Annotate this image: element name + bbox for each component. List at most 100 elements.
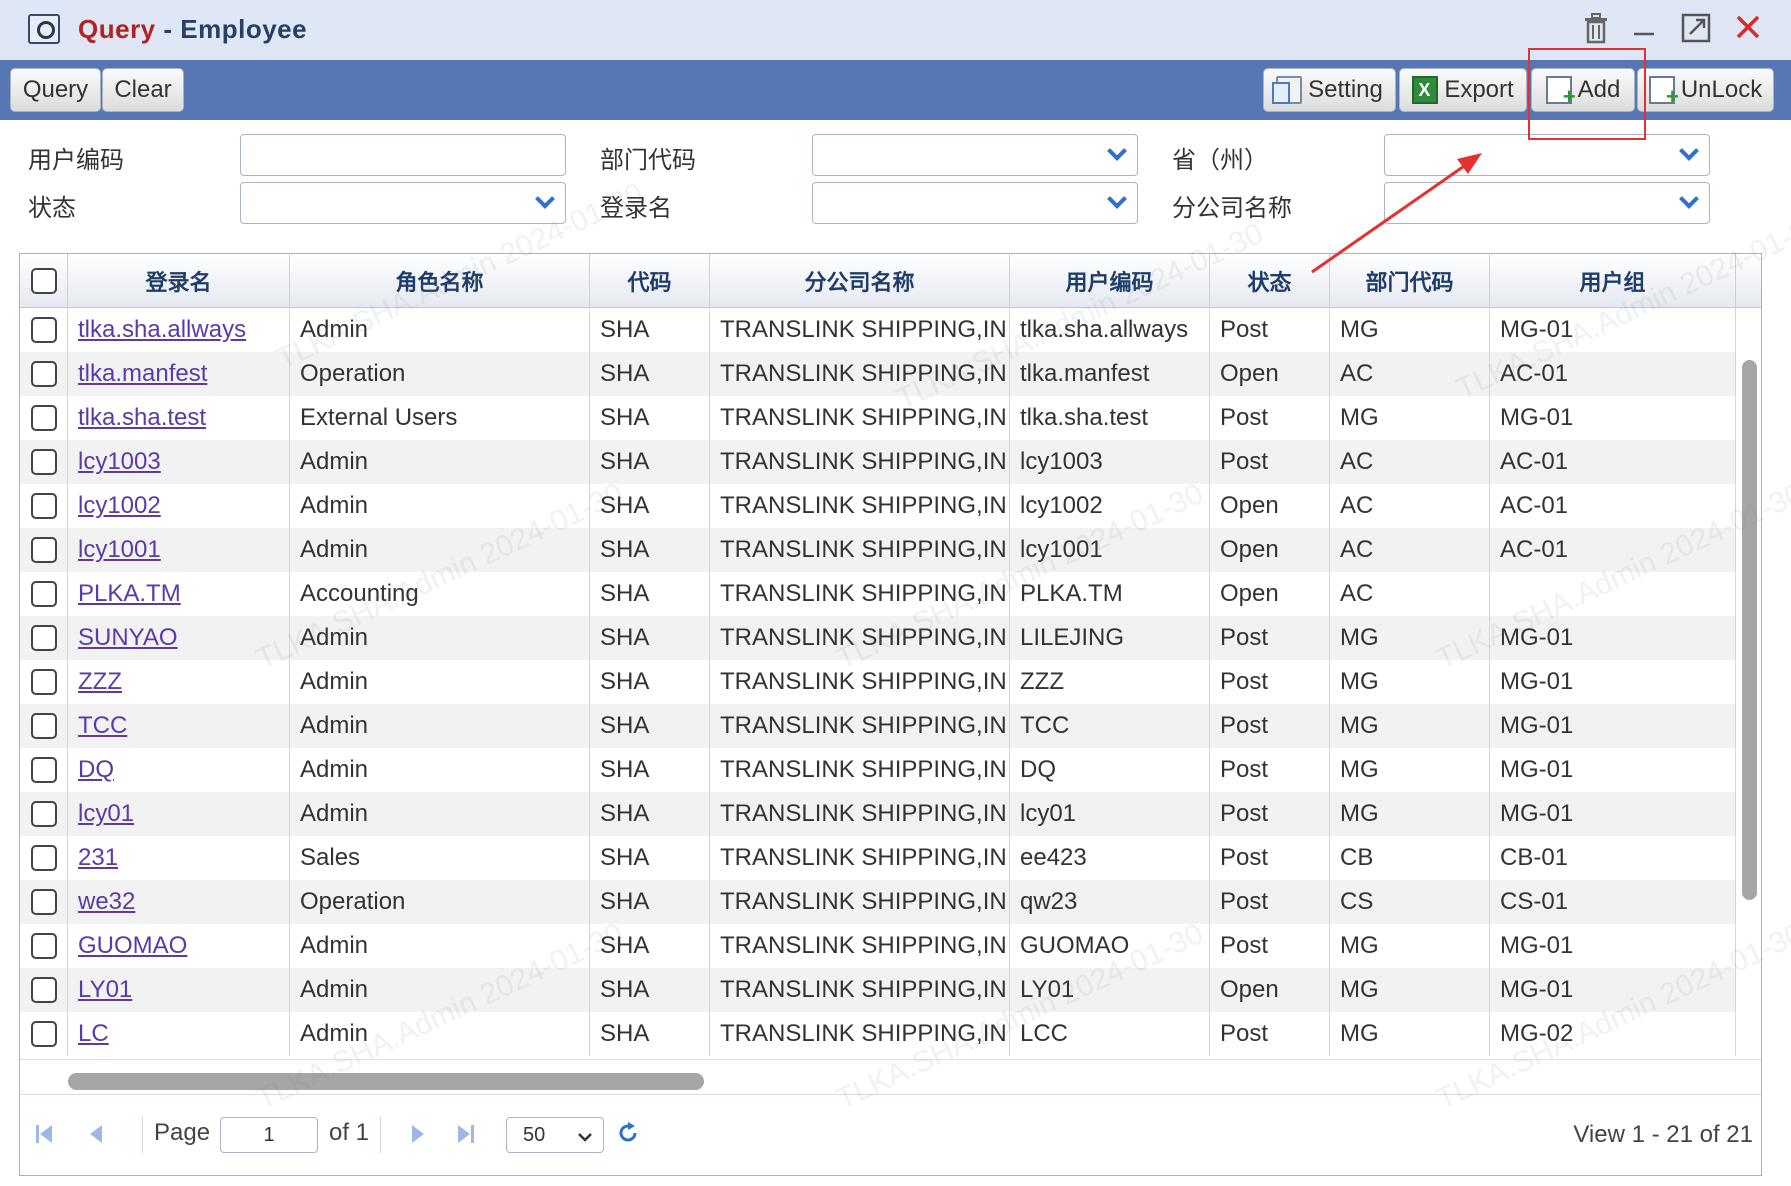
role-name-cell: Operation: [290, 880, 590, 924]
query-button[interactable]: Query: [10, 68, 101, 112]
row-checkbox-cell: [20, 308, 68, 352]
row-checkbox[interactable]: [31, 493, 57, 519]
col-branch-name[interactable]: 分公司名称: [710, 254, 1010, 308]
table-row[interactable]: 231 Sales SHA TRANSLINK SHIPPING,IN ee423 Pos…: [20, 836, 1736, 880]
row-checkbox[interactable]: [31, 889, 57, 915]
last-page-icon[interactable]: [454, 1123, 476, 1151]
code-cell: SHA: [590, 484, 710, 528]
clear-button[interactable]: Clear: [102, 68, 184, 112]
login-name-cell[interactable]: GUOMAO: [68, 924, 290, 968]
first-page-icon[interactable]: [34, 1123, 56, 1151]
row-checkbox[interactable]: [31, 581, 57, 607]
maximize-icon[interactable]: [1678, 12, 1714, 48]
col-status[interactable]: 状态: [1210, 254, 1330, 308]
select-all-checkbox[interactable]: [30, 268, 57, 294]
table-row[interactable]: tlka.manfest Operation SHA TRANSLINK SHIPPI…: [20, 352, 1736, 396]
dept-code-cell: AC: [1330, 440, 1490, 484]
dept-code-label: 部门代码: [600, 147, 696, 174]
login-name-cell[interactable]: LC: [68, 1012, 290, 1056]
prev-page-icon[interactable]: [86, 1123, 108, 1151]
table-row[interactable]: DQ Admin SHA TRANSLINK SHIPPING,IN DQ Post MG M…: [20, 748, 1736, 792]
login-name-cell[interactable]: TCC: [68, 704, 290, 748]
page-number-input[interactable]: 1: [220, 1117, 318, 1153]
row-checkbox[interactable]: [31, 845, 57, 871]
col-role-name[interactable]: 角色名称: [290, 254, 590, 308]
vertical-scrollbar[interactable]: [1736, 308, 1761, 1059]
chevron-down-icon[interactable]: [1669, 183, 1709, 223]
minimize-icon[interactable]: [1626, 12, 1662, 48]
trash-icon[interactable]: [1578, 12, 1614, 48]
login-name-cell[interactable]: lcy01: [68, 792, 290, 836]
col-login-name[interactable]: 登录名: [68, 254, 290, 308]
login-name-cell[interactable]: tlka.manfest: [68, 352, 290, 396]
login-name-cell[interactable]: 231: [68, 836, 290, 880]
row-checkbox[interactable]: [31, 625, 57, 651]
login-name-cell[interactable]: PLKA.TM: [68, 572, 290, 616]
login-name-cell[interactable]: lcy1001: [68, 528, 290, 572]
login-name-cell[interactable]: DQ: [68, 748, 290, 792]
login-name-cell[interactable]: lcy1002: [68, 484, 290, 528]
row-checkbox[interactable]: [31, 713, 57, 739]
row-checkbox[interactable]: [31, 361, 57, 387]
col-dept-code[interactable]: 部门代码: [1330, 254, 1490, 308]
user-code-input[interactable]: [240, 134, 566, 176]
row-checkbox[interactable]: [31, 405, 57, 431]
row-checkbox[interactable]: [31, 317, 57, 343]
table-row[interactable]: we32 Operation SHA TRANSLINK SHIPPING,IN qw2…: [20, 880, 1736, 924]
table-row[interactable]: lcy01 Admin SHA TRANSLINK SHIPPING,IN lcy01 P…: [20, 792, 1736, 836]
chevron-down-icon[interactable]: [1097, 183, 1137, 223]
login-name-select[interactable]: [812, 182, 1138, 224]
status-cell: Post: [1210, 792, 1330, 836]
page-size-select[interactable]: 50: [506, 1117, 604, 1153]
table-row[interactable]: lcy1003 Admin SHA TRANSLINK SHIPPING,IN lcy1…: [20, 440, 1736, 484]
next-page-icon[interactable]: [406, 1123, 428, 1151]
row-checkbox[interactable]: [31, 537, 57, 563]
col-user-group[interactable]: 用户组: [1490, 254, 1736, 308]
row-checkbox[interactable]: [31, 1021, 57, 1047]
row-checkbox[interactable]: [31, 669, 57, 695]
code-cell: SHA: [590, 572, 710, 616]
table-row[interactable]: PLKA.TM Accounting SHA TRANSLINK SHIPPING,I…: [20, 572, 1736, 616]
table-row[interactable]: lcy1001 Admin SHA TRANSLINK SHIPPING,IN lcy1…: [20, 528, 1736, 572]
chevron-down-icon[interactable]: [1669, 135, 1709, 175]
chevron-down-icon[interactable]: [525, 183, 565, 223]
province-select[interactable]: [1384, 134, 1710, 176]
table-row[interactable]: SUNYAO Admin SHA TRANSLINK SHIPPING,IN LILEJ…: [20, 616, 1736, 660]
table-row[interactable]: ZZZ Admin SHA TRANSLINK SHIPPING,IN ZZZ Post M…: [20, 660, 1736, 704]
row-checkbox[interactable]: [31, 757, 57, 783]
horizontal-scrollbar[interactable]: [20, 1059, 1761, 1094]
login-name-cell[interactable]: tlka.sha.allways: [68, 308, 290, 352]
table-row[interactable]: GUOMAO Admin SHA TRANSLINK SHIPPING,IN GUOMA…: [20, 924, 1736, 968]
export-button[interactable]: Export: [1399, 68, 1527, 112]
table-row[interactable]: lcy1002 Admin SHA TRANSLINK SHIPPING,IN lcy1…: [20, 484, 1736, 528]
col-user-code[interactable]: 用户编码: [1010, 254, 1210, 308]
login-name-cell[interactable]: ZZZ: [68, 660, 290, 704]
dept-code-select[interactable]: [812, 134, 1138, 176]
login-name-cell[interactable]: LY01: [68, 968, 290, 1012]
row-checkbox[interactable]: [31, 977, 57, 1003]
row-checkbox[interactable]: [31, 449, 57, 475]
login-name-cell[interactable]: SUNYAO: [68, 616, 290, 660]
branch-name-select[interactable]: [1384, 182, 1710, 224]
refresh-icon[interactable]: [616, 1121, 640, 1151]
table-row[interactable]: TCC Admin SHA TRANSLINK SHIPPING,IN TCC Post M…: [20, 704, 1736, 748]
table-row[interactable]: tlka.sha.test External Users SHA TRANSLINK …: [20, 396, 1736, 440]
code-cell: SHA: [590, 660, 710, 704]
vertical-scroll-thumb[interactable]: [1742, 360, 1757, 900]
login-name-cell[interactable]: lcy1003: [68, 440, 290, 484]
table-row[interactable]: LC Admin SHA TRANSLINK SHIPPING,IN LCC Post MG…: [20, 1012, 1736, 1056]
setting-button[interactable]: Setting: [1263, 68, 1396, 112]
login-name-cell[interactable]: tlka.sha.test: [68, 396, 290, 440]
row-checkbox[interactable]: [31, 801, 57, 827]
unlock-button[interactable]: UnLock: [1637, 68, 1774, 112]
col-code[interactable]: 代码: [590, 254, 710, 308]
table-row[interactable]: LY01 Admin SHA TRANSLINK SHIPPING,IN LY01 Ope…: [20, 968, 1736, 1012]
row-checkbox[interactable]: [31, 933, 57, 959]
branch-name-cell: TRANSLINK SHIPPING,IN: [710, 836, 1010, 880]
table-row[interactable]: tlka.sha.allways Admin SHA TRANSLINK SHIPPI…: [20, 308, 1736, 352]
login-name-cell[interactable]: we32: [68, 880, 290, 924]
close-icon[interactable]: [1730, 12, 1766, 48]
horizontal-scroll-thumb[interactable]: [68, 1073, 704, 1090]
chevron-down-icon[interactable]: [1097, 135, 1137, 175]
status-select[interactable]: [240, 182, 566, 224]
